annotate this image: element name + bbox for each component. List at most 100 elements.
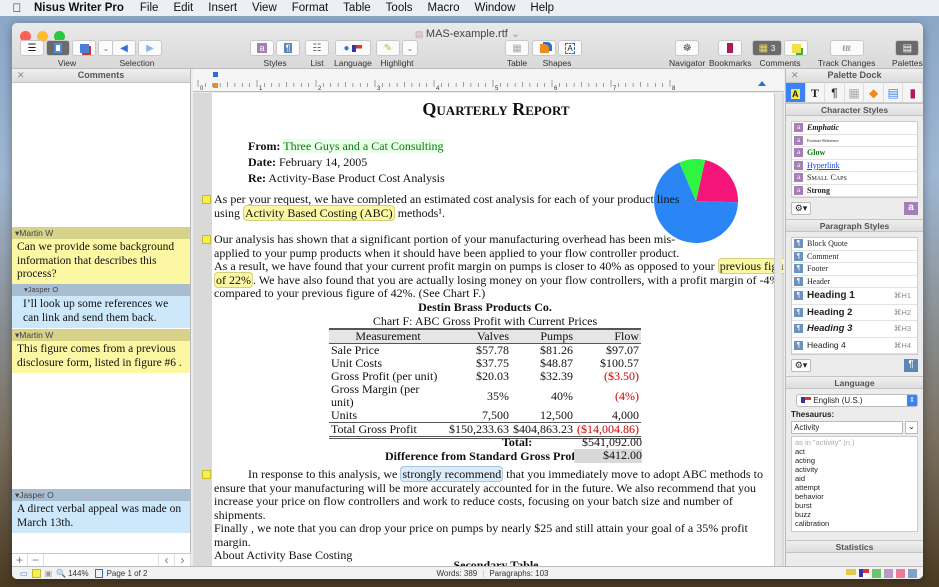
navigator-button[interactable]: ☸ <box>675 40 700 56</box>
thesaurus-word[interactable]: activity <box>795 465 914 474</box>
language-select[interactable]: English (U.S.) ⇕ <box>796 394 918 407</box>
next-selection-button[interactable]: ▶ <box>138 40 162 56</box>
thesaurus-word[interactable]: burst <box>795 501 914 510</box>
character-style-item[interactable]: a Small Caps <box>792 172 917 185</box>
para-styles-toggle-icon[interactable] <box>908 568 917 578</box>
menu-edit[interactable]: Edit <box>173 2 193 14</box>
menu-file[interactable]: File <box>140 2 159 14</box>
comment-text[interactable]: Can we provide some background informati… <box>12 239 190 285</box>
gear-icon[interactable]: ⚙▾ <box>791 202 811 215</box>
list-button[interactable]: ☷ <box>305 40 329 56</box>
thesaurus-results[interactable]: as in "activity" (n.) act acting activity a… <box>791 436 918 532</box>
draft-view-button[interactable]: ☰ <box>20 40 44 56</box>
paragraph-style-item[interactable]: ¶ Heading 2 ⌘H2 <box>792 305 917 321</box>
comment-reply[interactable]: ▾Jasper O I’ll look up some references w… <box>12 284 190 328</box>
paragraph-style-item[interactable]: ¶ Block Quote <box>792 238 917 251</box>
thesaurus-input[interactable]: Activity <box>791 421 903 434</box>
thesaurus-word[interactable]: attempt <box>795 483 914 492</box>
page-indicator[interactable]: Page 1 of 2 <box>107 569 148 578</box>
new-paragraph-style-icon[interactable]: ¶ <box>904 359 918 372</box>
show-comments-button[interactable]: ▦ 3 <box>752 40 782 56</box>
language-button[interactable]: ● <box>334 40 371 56</box>
char-styles-toggle-icon[interactable] <box>884 568 893 578</box>
character-style-item[interactable]: a Glow <box>792 147 917 160</box>
thesaurus-word[interactable]: behavior <box>795 492 914 501</box>
shapes-tab-icon[interactable]: ◆ <box>864 83 884 102</box>
thesaurus-word[interactable]: buzz <box>795 510 914 519</box>
paragraph-style-item[interactable]: ¶ Comment <box>792 251 917 263</box>
thesaurus-word[interactable]: calibration <box>795 519 914 528</box>
menu-app-name[interactable]: Nisus Writer Pro <box>34 2 124 14</box>
font-tab-icon[interactable]: T <box>806 83 826 102</box>
document-title[interactable]: ▤ MAS-example.rtf ⌄ <box>12 27 923 40</box>
document-page[interactable]: Quarterly Report From: Three Guys and a … <box>202 93 784 566</box>
track-changes-button[interactable]: ℓℓℓ <box>829 40 864 56</box>
character-style-item[interactable]: a Hyperlink <box>792 160 917 172</box>
character-style-tab-icon[interactable]: A <box>786 83 806 102</box>
thesaurus-word[interactable]: acting <box>795 456 914 465</box>
commented-text[interactable]: Activity Based Costing (ABC) <box>243 204 395 221</box>
comment-anchor-icon[interactable] <box>202 470 211 479</box>
comment-anchor-icon[interactable] <box>202 195 211 204</box>
menu-help[interactable]: Help <box>530 2 554 14</box>
bookmarks-button[interactable] <box>718 40 743 56</box>
character-styles-button[interactable]: a <box>250 40 274 56</box>
shapes-button[interactable] <box>532 40 556 56</box>
menu-table[interactable]: Table <box>343 2 371 14</box>
split-view-icon[interactable]: ▭ <box>20 569 28 578</box>
gear-icon[interactable]: ⚙▾ <box>791 359 811 372</box>
comment-anchor-icon[interactable] <box>202 235 211 244</box>
comment-item[interactable]: ▾Martin W Can we provide some background… <box>12 227 190 285</box>
menu-window[interactable]: Window <box>474 2 515 14</box>
new-character-style-icon[interactable]: a <box>904 202 918 215</box>
previous-selection-button[interactable]: ◀ <box>112 40 136 56</box>
comment-text[interactable]: This figure comes from a previous disclo… <box>12 341 190 373</box>
menu-insert[interactable]: Insert <box>208 2 237 14</box>
character-style-item[interactable]: a Emphatic <box>792 122 917 135</box>
highlight-menu-button[interactable]: ⌄ <box>402 40 418 56</box>
ruler[interactable]: 0 1 2 3 4 5 6 7 8 <box>193 69 784 92</box>
paragraph-style-item[interactable]: ¶ Heading 1 ⌘H1 <box>792 288 917 305</box>
comment-text[interactable]: A direct verbal appeal was made on March… <box>12 501 190 533</box>
navigator-toggle-icon[interactable] <box>872 568 881 578</box>
table-toggle-icon[interactable] <box>896 568 905 578</box>
highlight-button[interactable]: ✎ <box>376 40 400 56</box>
menu-tools[interactable]: Tools <box>386 2 413 14</box>
paragraph-styles-button[interactable]: ¶ <box>276 40 300 56</box>
palettes-button[interactable]: ▤ <box>895 40 920 56</box>
layout-view-button[interactable] <box>72 40 96 56</box>
ruler-toggle-icon[interactable] <box>846 568 856 575</box>
paragraph-style-item[interactable]: ¶ Heading 4 ⌘H4 <box>792 338 917 354</box>
bookmarks-tab-icon[interactable]: ▮ <box>903 83 923 102</box>
menu-view[interactable]: View <box>252 2 277 14</box>
character-style-item[interactable]: a Footnote Reference <box>792 135 917 147</box>
character-style-item[interactable]: a Strong <box>792 185 917 197</box>
close-palette-icon[interactable]: ✕ <box>791 69 799 82</box>
close-comments-icon[interactable]: ✕ <box>17 69 25 82</box>
menu-macro[interactable]: Macro <box>428 2 460 14</box>
table-tab-icon[interactable]: ▦ <box>845 83 865 102</box>
commented-text[interactable]: strongly recommend <box>400 466 504 482</box>
thesaurus-word[interactable]: act <box>795 447 914 456</box>
paragraph-style-item[interactable]: ¶ Heading 3 ⌘H3 <box>792 321 917 338</box>
language-toggle-icon[interactable] <box>859 568 869 577</box>
comment-item[interactable]: ▾Martin W This figure comes from a previ… <box>12 329 190 373</box>
clipboard-icon[interactable]: ▣ <box>45 569 53 578</box>
table-button[interactable]: ▦ <box>505 40 529 56</box>
apple-menu-icon[interactable]:  <box>0 1 34 15</box>
paragraph-tab-icon[interactable]: ¶ <box>825 83 845 102</box>
comment-text[interactable]: I’ll look up some references we can link… <box>12 296 190 328</box>
text-box-button[interactable]: A <box>558 40 582 56</box>
comment-item[interactable]: ▾Jasper O A direct verbal appeal was mad… <box>12 489 190 533</box>
paragraph-style-item[interactable]: ¶ Header <box>792 276 917 288</box>
paragraph-style-item[interactable]: ¶ Footer <box>792 263 917 276</box>
zoom-level[interactable]: 144% <box>68 569 88 578</box>
page-view-button[interactable] <box>46 40 70 56</box>
add-comment-button[interactable] <box>784 40 808 56</box>
menu-format[interactable]: Format <box>292 2 328 14</box>
thesaurus-word[interactable]: aid <box>795 474 914 483</box>
statistics-header[interactable]: Statistics <box>786 540 923 553</box>
document-scrollbar[interactable] <box>774 93 782 566</box>
thesaurus-history-button[interactable]: ⌄ <box>905 421 918 434</box>
document-tab-icon[interactable]: ▤ <box>884 83 904 102</box>
